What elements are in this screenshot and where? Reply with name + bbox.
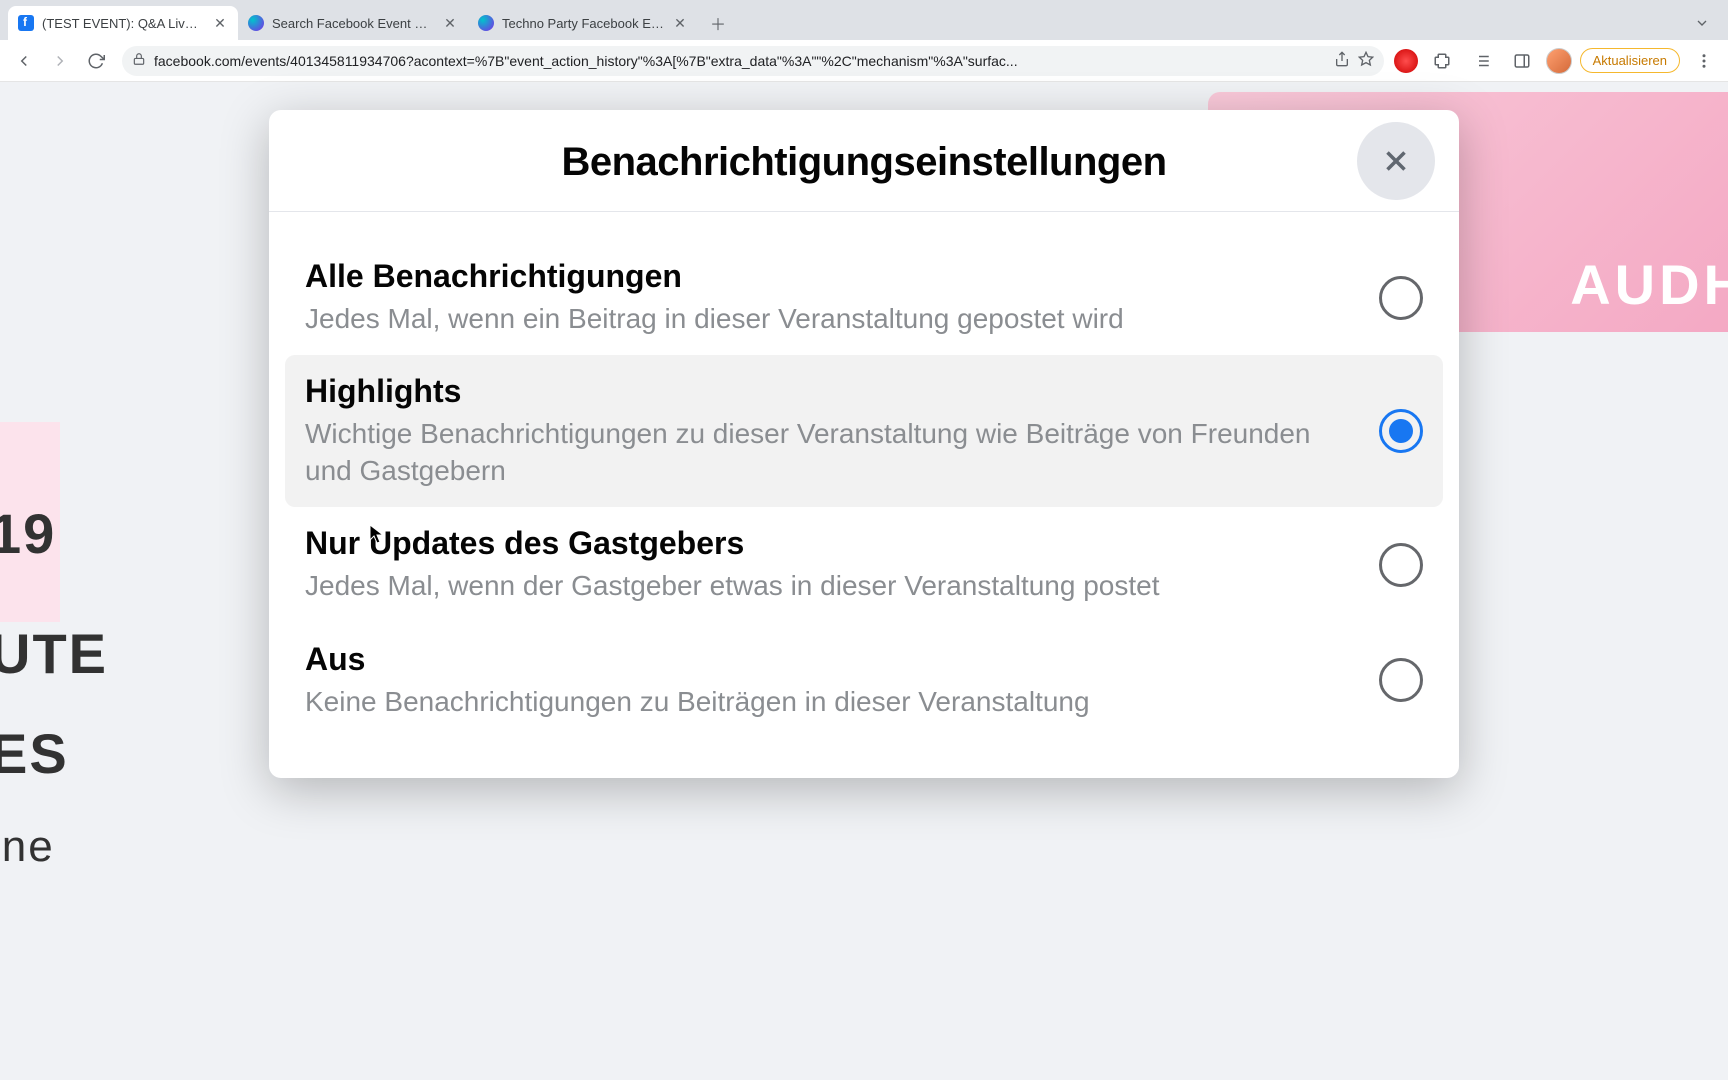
bg-text-fragment: ine bbox=[0, 822, 55, 873]
tab-canva-techno[interactable]: Techno Party Facebook Event C ✕ bbox=[468, 6, 698, 40]
tab-strip: (TEST EVENT): Q&A Livestream ✕ Search Fa… bbox=[0, 0, 1728, 40]
tab-close-icon[interactable]: ✕ bbox=[672, 15, 688, 31]
radio-icon[interactable] bbox=[1379, 409, 1423, 453]
option-title: Nur Updates des Gastgebers bbox=[305, 525, 1359, 562]
browser-toolbar: facebook.com/events/401345811934706?acon… bbox=[0, 40, 1728, 82]
tabs-dropdown-icon[interactable] bbox=[1688, 9, 1716, 37]
option-off[interactable]: Aus Keine Benachrichtigungen zu Beiträge… bbox=[285, 623, 1443, 738]
close-button[interactable] bbox=[1357, 122, 1435, 200]
extension-adblock-icon[interactable] bbox=[1394, 49, 1418, 73]
option-title: Highlights bbox=[305, 373, 1359, 410]
option-description: Jedes Mal, wenn der Gastgeber etwas in d… bbox=[305, 568, 1359, 604]
radio-icon[interactable] bbox=[1379, 543, 1423, 587]
notification-options-list: Alle Benachrichtigungen Jedes Mal, wenn … bbox=[269, 212, 1459, 778]
tab-facebook-event[interactable]: (TEST EVENT): Q&A Livestream ✕ bbox=[8, 6, 238, 40]
forward-button[interactable] bbox=[44, 45, 76, 77]
option-title: Aus bbox=[305, 641, 1359, 678]
reload-button[interactable] bbox=[80, 45, 112, 77]
side-panel-icon[interactable] bbox=[1506, 45, 1538, 77]
browser-chrome: (TEST EVENT): Q&A Livestream ✕ Search Fa… bbox=[0, 0, 1728, 83]
tab-title: (TEST EVENT): Q&A Livestream bbox=[42, 16, 204, 31]
star-icon[interactable] bbox=[1358, 51, 1374, 70]
modal-header: Benachrichtigungseinstellungen bbox=[269, 110, 1459, 212]
new-tab-button[interactable]: ＋ bbox=[704, 9, 732, 37]
tab-close-icon[interactable]: ✕ bbox=[442, 15, 458, 31]
address-bar[interactable]: facebook.com/events/401345811934706?acon… bbox=[122, 46, 1384, 76]
update-button[interactable]: Aktualisieren bbox=[1580, 48, 1680, 73]
bg-text-fragment: ES bbox=[0, 722, 69, 786]
tab-canva-search[interactable]: Search Facebook Event Cover ✕ bbox=[238, 6, 468, 40]
canva-favicon-icon bbox=[478, 15, 494, 31]
option-title: Alle Benachrichtigungen bbox=[305, 258, 1359, 295]
option-description: Jedes Mal, wenn ein Beitrag in dieser Ve… bbox=[305, 301, 1359, 337]
cover-brand-text: AUDH bbox=[1570, 252, 1728, 317]
url-text: facebook.com/events/401345811934706?acon… bbox=[154, 53, 1326, 69]
share-icon[interactable] bbox=[1334, 51, 1350, 70]
modal-title: Benachrichtigungseinstellungen bbox=[289, 140, 1439, 185]
radio-icon[interactable] bbox=[1379, 658, 1423, 702]
option-description: Keine Benachrichtigungen zu Beiträgen in… bbox=[305, 684, 1359, 720]
option-host-updates[interactable]: Nur Updates des Gastgebers Jedes Mal, we… bbox=[285, 507, 1443, 622]
option-all-notifications[interactable]: Alle Benachrichtigungen Jedes Mal, wenn … bbox=[285, 240, 1443, 355]
menu-icon[interactable] bbox=[1688, 45, 1720, 77]
lock-icon bbox=[132, 52, 146, 69]
profile-avatar[interactable] bbox=[1546, 48, 1572, 74]
facebook-favicon-icon bbox=[18, 15, 34, 31]
tab-title: Search Facebook Event Cover bbox=[272, 16, 434, 31]
option-highlights[interactable]: Highlights Wichtige Benachrichtigungen z… bbox=[285, 355, 1443, 507]
extensions-icon[interactable] bbox=[1426, 45, 1458, 77]
radio-icon[interactable] bbox=[1379, 276, 1423, 320]
bg-text-fragment: UTE bbox=[0, 622, 108, 686]
close-icon bbox=[1379, 144, 1413, 178]
reading-list-icon[interactable] bbox=[1466, 45, 1498, 77]
bg-text-fragment: 19 bbox=[0, 502, 56, 566]
tab-title: Techno Party Facebook Event C bbox=[502, 16, 664, 31]
option-description: Wichtige Benachrichtigungen zu dieser Ve… bbox=[305, 416, 1359, 489]
back-button[interactable] bbox=[8, 45, 40, 77]
notification-settings-modal: Benachrichtigungseinstellungen Alle Bena… bbox=[269, 110, 1459, 778]
tab-close-icon[interactable]: ✕ bbox=[212, 15, 228, 31]
canva-favicon-icon bbox=[248, 15, 264, 31]
